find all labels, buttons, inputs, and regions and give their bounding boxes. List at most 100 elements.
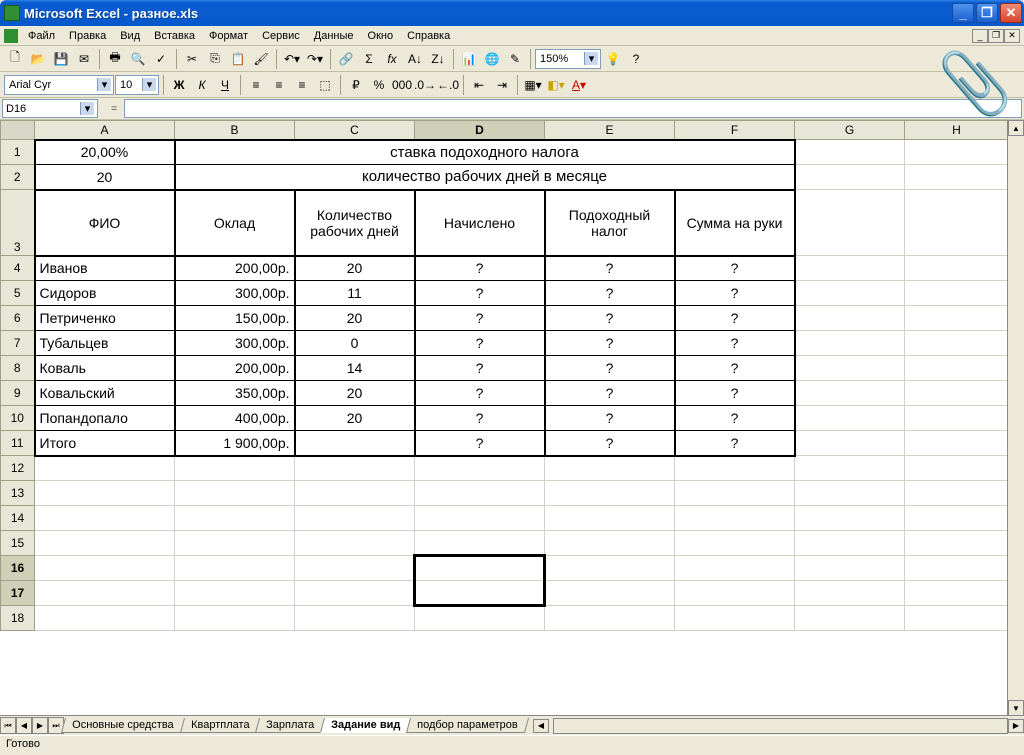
scroll-down-arrow[interactable]: ▼ [1008,700,1024,716]
row-header-13[interactable]: 13 [1,481,35,506]
col-header-F[interactable]: F [675,121,795,140]
cell-F17[interactable] [675,581,795,606]
vertical-scrollbar[interactable]: ▲ ▼ [1007,120,1024,716]
mail-icon[interactable]: ✉ [73,48,95,70]
cell-C5[interactable]: 11 [295,281,415,306]
cell-C4[interactable]: 20 [295,256,415,281]
tab-nav-prev[interactable]: ◀ [16,717,32,734]
spellcheck-icon[interactable]: ✓ [150,48,172,70]
cell-A14[interactable] [35,506,175,531]
cell-D17[interactable] [415,581,545,606]
worksheet-grid[interactable]: A B C D E F G H 1 20,00% ставка подоходн… [0,120,1024,715]
cell-B14[interactable] [175,506,295,531]
cell-G6[interactable] [795,306,905,331]
cell-D12[interactable] [415,456,545,481]
cut-icon[interactable]: ✂ [181,48,203,70]
row-header-14[interactable]: 14 [1,506,35,531]
tab-nav-next[interactable]: ▶ [32,717,48,734]
cell-G17[interactable] [795,581,905,606]
cell-E13[interactable] [545,481,675,506]
cell-G10[interactable] [795,406,905,431]
cell-G15[interactable] [795,531,905,556]
cell-H9[interactable] [905,381,1009,406]
cell-A9[interactable]: Ковальский [35,381,175,406]
sheet-tab-1[interactable]: Основные средства [61,718,185,733]
menu-tools[interactable]: Сервис [256,29,306,43]
cell-E3[interactable]: Подоходный налог [545,190,675,256]
cell-B17[interactable] [175,581,295,606]
row-header-10[interactable]: 10 [1,406,35,431]
sheet-tab-5[interactable]: подбор параметров [406,718,529,733]
menu-format[interactable]: Формат [203,29,254,43]
undo-icon[interactable]: ↶▾ [281,48,303,70]
cell-E17[interactable] [545,581,675,606]
cell-G5[interactable] [795,281,905,306]
cell-A1[interactable]: 20,00% [35,140,175,165]
cell-F12[interactable] [675,456,795,481]
cell-D18[interactable] [415,606,545,631]
cell-G14[interactable] [795,506,905,531]
cell-D16[interactable] [415,556,545,581]
cell-H5[interactable] [905,281,1009,306]
decrease-indent-icon[interactable]: ⇤ [468,74,490,96]
menu-file[interactable]: Файл [22,29,61,43]
cell-B1-F1-merged[interactable]: ставка подоходного налога [175,140,795,165]
autosum-icon[interactable]: Σ [358,48,380,70]
horizontal-scrollbar[interactable] [553,718,1008,734]
close-button[interactable]: ✕ [1000,3,1022,23]
col-header-G[interactable]: G [795,121,905,140]
cell-B10[interactable]: 400,00р. [175,406,295,431]
cell-G12[interactable] [795,456,905,481]
sort-asc-icon[interactable]: A↓ [404,48,426,70]
cell-B7[interactable]: 300,00р. [175,331,295,356]
row-header-17[interactable]: 17 [1,581,35,606]
cell-E6[interactable]: ? [545,306,675,331]
cell-E4[interactable]: ? [545,256,675,281]
fill-color-icon[interactable]: ◧▾ [545,74,567,96]
cell-A17[interactable] [35,581,175,606]
cell-C16[interactable] [295,556,415,581]
cell-H10[interactable] [905,406,1009,431]
cell-G16[interactable] [795,556,905,581]
paste-icon[interactable]: 📋 [227,48,249,70]
font-color-icon[interactable]: A▾ [568,74,590,96]
cell-D5[interactable]: ? [415,281,545,306]
cell-B11[interactable]: 1 900,00р. [175,431,295,456]
cell-H4[interactable] [905,256,1009,281]
cell-B13[interactable] [175,481,295,506]
col-header-A[interactable]: A [35,121,175,140]
row-header-9[interactable]: 9 [1,381,35,406]
row-header-6[interactable]: 6 [1,306,35,331]
cell-F15[interactable] [675,531,795,556]
font-dropdown[interactable]: Arial Cyr▾ [4,75,114,95]
cell-E10[interactable]: ? [545,406,675,431]
cell-H6[interactable] [905,306,1009,331]
cell-C12[interactable] [295,456,415,481]
cell-C10[interactable]: 20 [295,406,415,431]
cell-G3[interactable] [795,190,905,256]
cell-A8[interactable]: Коваль [35,356,175,381]
cell-D3[interactable]: Начислено [415,190,545,256]
cell-D4[interactable]: ? [415,256,545,281]
cell-E9[interactable]: ? [545,381,675,406]
cell-C14[interactable] [295,506,415,531]
tab-nav-first[interactable]: ⏮ [0,717,16,734]
function-icon[interactable]: fх [381,48,403,70]
cell-E7[interactable]: ? [545,331,675,356]
menu-help[interactable]: Справка [401,29,456,43]
align-right-icon[interactable]: ≡ [291,74,313,96]
cell-E14[interactable] [545,506,675,531]
cell-A2[interactable]: 20 [35,165,175,190]
minimize-button[interactable]: _ [952,3,974,23]
cell-H7[interactable] [905,331,1009,356]
help-icon[interactable]: ? [625,48,647,70]
cell-G1[interactable] [795,140,905,165]
row-header-18[interactable]: 18 [1,606,35,631]
row-header-8[interactable]: 8 [1,356,35,381]
cell-C3[interactable]: Количество рабочих дней [295,190,415,256]
menu-view[interactable]: Вид [114,29,146,43]
cell-E11[interactable]: ? [545,431,675,456]
comma-style-icon[interactable]: 000 [391,74,413,96]
row-header-5[interactable]: 5 [1,281,35,306]
row-header-11[interactable]: 11 [1,431,35,456]
